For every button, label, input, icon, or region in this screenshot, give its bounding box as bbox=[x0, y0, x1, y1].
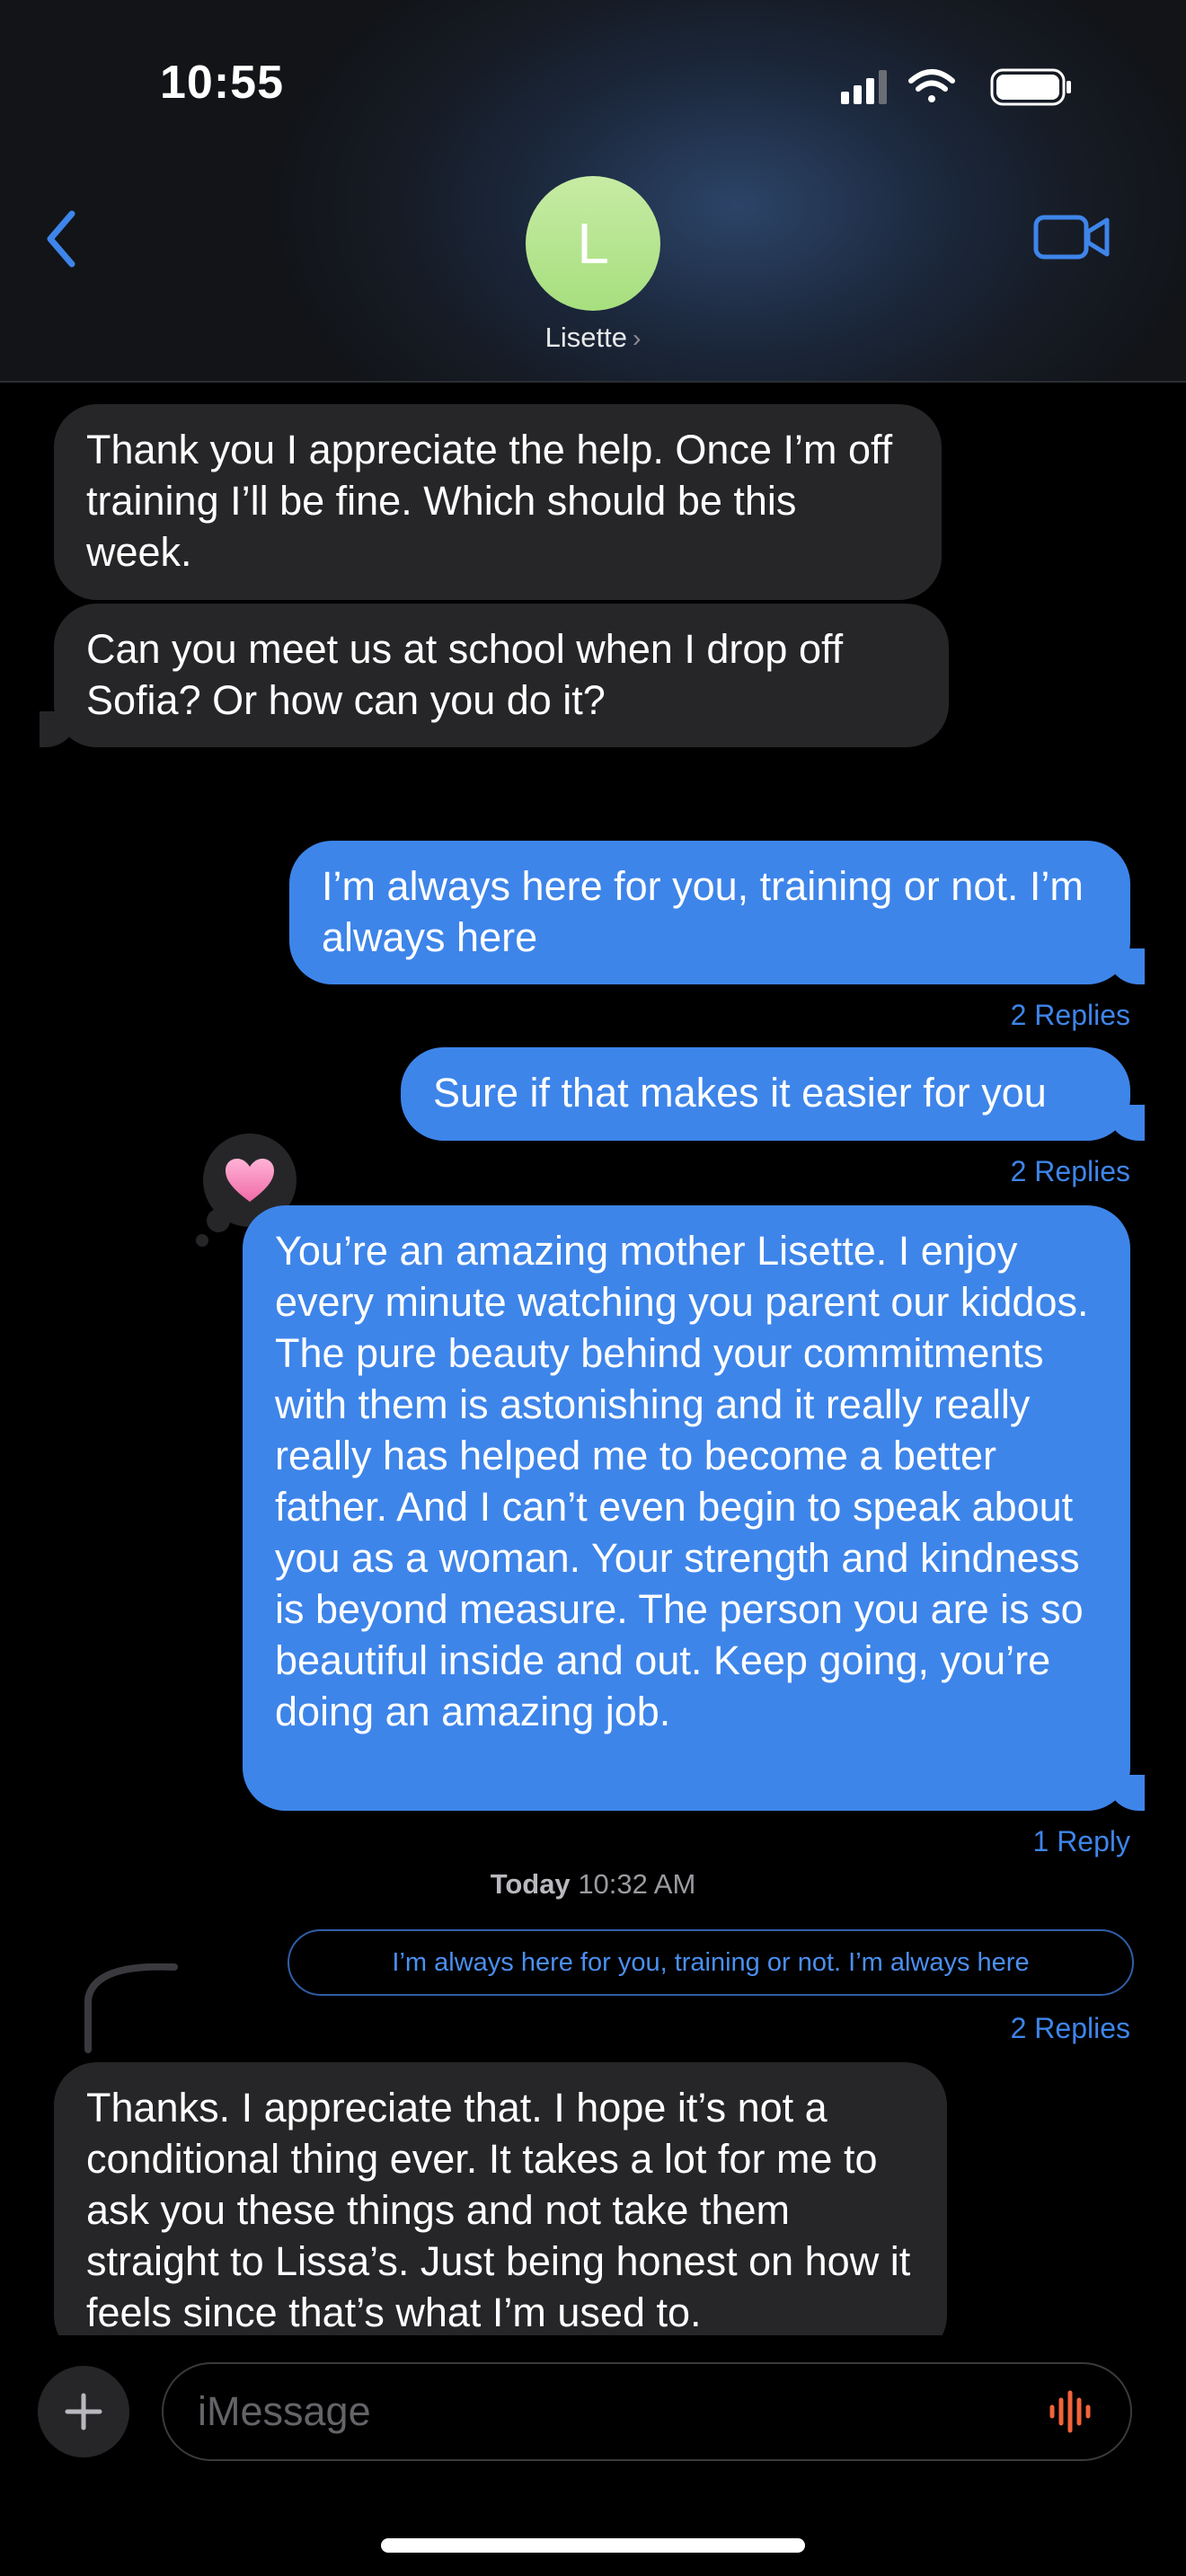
message-bubble-outgoing[interactable]: You’re an amazing mother Lisette. I enjo… bbox=[243, 1205, 1145, 1811]
thread-quoted-message[interactable]: I’m always here for you, training or not… bbox=[288, 1929, 1134, 1996]
thread-connector-line bbox=[84, 1963, 178, 2053]
contact-name[interactable]: Lisette › bbox=[503, 322, 683, 354]
conversation-header: 10:55 L Lisette › bbox=[0, 0, 1186, 383]
video-camera-icon[interactable] bbox=[1033, 212, 1111, 262]
avatar-initial: L bbox=[577, 211, 609, 276]
audio-waveform-icon[interactable] bbox=[1048, 2389, 1093, 2434]
timestamp-divider: Today 10:32 AM bbox=[0, 1868, 1186, 1901]
plus-button[interactable] bbox=[38, 2366, 129, 2457]
battery-icon bbox=[990, 68, 1071, 106]
reaction-dot bbox=[196, 1234, 208, 1247]
chevron-right-icon: › bbox=[633, 324, 642, 352]
pink-heart-icon bbox=[226, 1159, 274, 1202]
message-text: Can you meet us at school when I drop of… bbox=[86, 626, 844, 723]
back-chevron-icon[interactable] bbox=[36, 203, 90, 275]
status-icons bbox=[841, 68, 1071, 106]
wifi-icon bbox=[908, 69, 955, 102]
replies-link[interactable]: 1 Reply bbox=[898, 1825, 1131, 1858]
signal-icon bbox=[841, 70, 887, 104]
replies-link[interactable]: 2 Replies bbox=[898, 1155, 1130, 1188]
message-bubble-incoming[interactable]: Thank you I appreciate the help. Once I’… bbox=[54, 404, 942, 600]
message-bubble-outgoing[interactable]: Sure if that makes it easier for you bbox=[401, 1047, 1145, 1141]
status-time: 10:55 bbox=[160, 57, 284, 109]
message-text: Sure if that makes it easier for you bbox=[433, 1070, 1047, 1116]
imessage-input[interactable]: iMessage bbox=[162, 2362, 1132, 2461]
message-text: I’m always here for you, training or not… bbox=[322, 863, 1084, 960]
input-placeholder: iMessage bbox=[198, 2388, 371, 2434]
contact-name-label: Lisette bbox=[544, 322, 627, 353]
message-text: Thanks. I appreciate that. I hope it’s n… bbox=[86, 2085, 911, 2335]
timestamp-day: Today bbox=[490, 1868, 571, 1900]
replies-link[interactable]: 2 Replies bbox=[898, 999, 1130, 1032]
timestamp-time: 10:32 AM bbox=[578, 1868, 696, 1900]
message-bubble-outgoing[interactable]: I’m always here for you, training or not… bbox=[289, 841, 1145, 984]
replies-link[interactable]: 2 Replies bbox=[898, 2012, 1130, 2045]
quoted-text: I’m always here for you, training or not… bbox=[392, 1947, 1030, 1977]
home-indicator bbox=[381, 2538, 805, 2553]
plus-icon bbox=[65, 2393, 102, 2430]
message-text: You’re an amazing mother Lisette. I enjo… bbox=[275, 1228, 1089, 1734]
contact-avatar[interactable]: L bbox=[526, 176, 660, 311]
message-bubble-incoming[interactable]: Thanks. I appreciate that. I hope it’s n… bbox=[54, 2062, 947, 2359]
message-text: Thank you I appreciate the help. Once I’… bbox=[86, 427, 893, 575]
message-bubble-incoming[interactable]: Can you meet us at school when I drop of… bbox=[40, 604, 949, 747]
